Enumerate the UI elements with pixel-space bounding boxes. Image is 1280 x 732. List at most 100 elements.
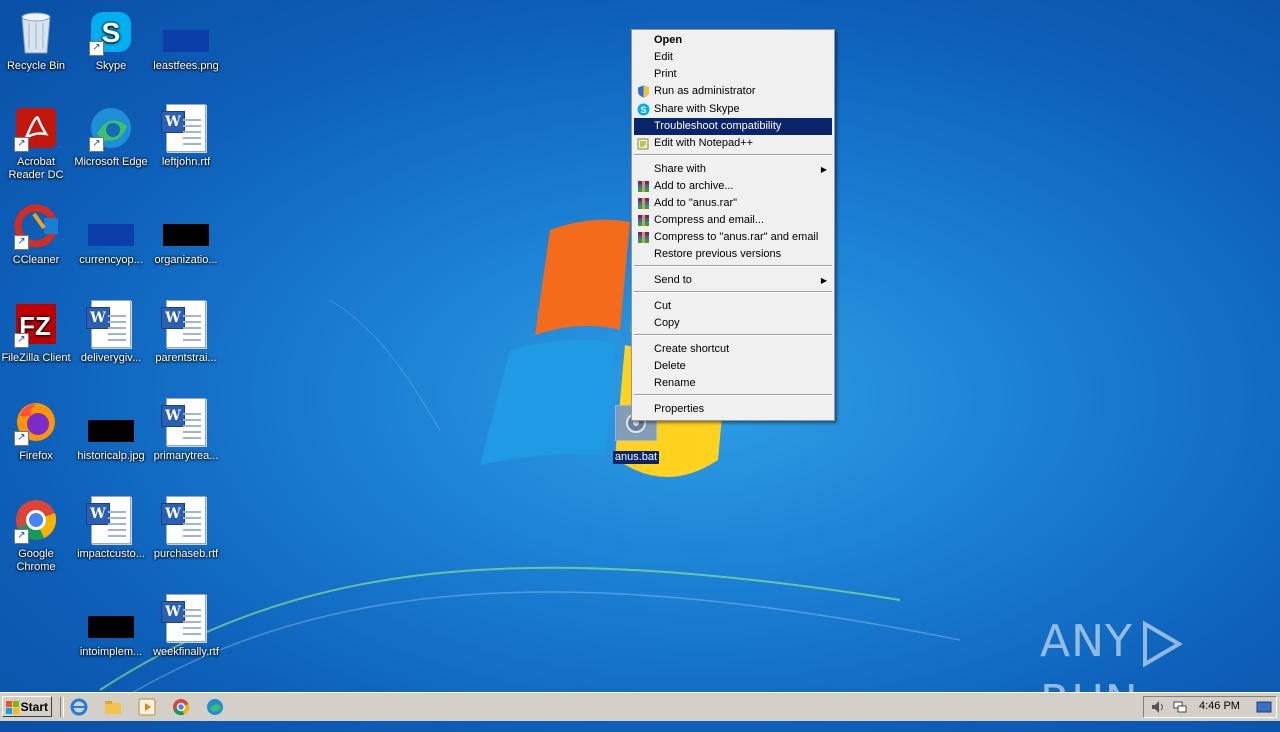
menu-item-label: Edit: [654, 51, 673, 63]
desktop-icon-label: organizatio...: [154, 254, 218, 266]
menu-item-label: Add to "anus.rar": [654, 197, 738, 209]
word-document-icon: W: [86, 300, 135, 348]
menu-item-share-with[interactable]: Share with ▶: [634, 161, 832, 178]
media-player-icon[interactable]: [138, 698, 156, 716]
menu-item-run-as-administrator[interactable]: Run as administrator: [634, 83, 832, 100]
desktop-icon-label: impactcusto...: [77, 548, 145, 560]
desktop-icon-label: leastfees.png: [153, 60, 219, 72]
desktop-icon[interactable]: FZ ↗ FileZilla Client: [0, 300, 74, 365]
menu-item-share-with-skype[interactable]: S Share with Skype: [634, 101, 832, 118]
menu-item-label: Share with Skype: [654, 103, 740, 115]
menu-item-add-to-archive[interactable]: Add to archive...: [634, 178, 832, 195]
menu-item-label: Run as administrator: [654, 85, 756, 97]
desktop-icon-label: Skype: [95, 60, 127, 72]
desktop-icon-label: leftjohn.rtf: [161, 156, 211, 168]
desktop-icon[interactable]: Wleftjohn.rtf: [148, 104, 224, 169]
skype-icon: S ↗: [87, 8, 135, 56]
word-document-icon: W: [86, 496, 135, 544]
menu-item-label: Compress and email...: [654, 214, 765, 226]
desktop-icon[interactable]: leastfees.png: [148, 8, 224, 73]
chrome-icon[interactable]: [172, 698, 190, 716]
desktop-icon[interactable]: Recycle Bin: [0, 8, 74, 73]
file-explorer-icon[interactable]: [104, 698, 122, 716]
notepadpp-icon: [637, 137, 650, 150]
desktop-icon[interactable]: ↗ Microsoft Edge: [73, 104, 149, 169]
word-document-icon: W: [161, 496, 210, 544]
system-tray: 4:46 PM: [1143, 696, 1277, 718]
desktop-icon[interactable]: Wdeliverygiv...: [73, 300, 149, 365]
menu-item-rename[interactable]: Rename: [634, 375, 832, 392]
menu-item-label: Edit with Notepad++: [654, 137, 754, 149]
desktop-icon-label: Recycle Bin: [6, 60, 66, 72]
menu-item-delete[interactable]: Delete: [634, 358, 832, 375]
uac-shield-icon: [637, 85, 650, 98]
image-file-icon: [162, 8, 210, 56]
desktop-icon[interactable]: organizatio...: [148, 202, 224, 267]
desktop-icon[interactable]: Wparentstrai...: [148, 300, 224, 365]
menu-item-add-to-anus-rar[interactable]: Add to "anus.rar": [634, 195, 832, 212]
shortcut-arrow-icon: ↗: [14, 137, 29, 152]
clock[interactable]: 4:46 PM: [1199, 700, 1240, 712]
edge-icon[interactable]: [206, 698, 224, 716]
skype-icon: S: [637, 103, 650, 116]
desktop-icon-label: currencyop...: [79, 254, 143, 266]
word-document-icon: W: [161, 104, 210, 152]
desktop-icon[interactable]: historicalp.jpg: [73, 398, 149, 463]
desktop-icon[interactable]: ↗ CCleaner: [0, 202, 74, 267]
network-icon[interactable]: [1172, 699, 1188, 715]
menu-item-copy[interactable]: Copy: [634, 315, 832, 332]
desktop-icon-label: CCleaner: [12, 254, 60, 266]
desktop-icon[interactable]: intoimplem...: [73, 594, 149, 659]
menu-item-edit[interactable]: Edit: [634, 49, 832, 66]
shortcut-arrow-icon: ↗: [14, 529, 29, 544]
watermark-left: ANY: [1040, 616, 1133, 667]
desktop-icon[interactable]: Wprimarytrea...: [148, 398, 224, 463]
desktop-icon[interactable]: ↗ Google Chrome: [0, 496, 74, 574]
desktop-icon-label: Microsoft Edge: [74, 156, 148, 168]
desktop-icon[interactable]: ↗ Firefox: [0, 398, 74, 463]
edge-icon: ↗: [87, 104, 135, 152]
volume-icon[interactable]: [1150, 699, 1166, 715]
desktop-icon[interactable]: ↗ Acrobat Reader DC: [0, 104, 74, 182]
menu-item-create-shortcut[interactable]: Create shortcut: [634, 341, 832, 358]
word-document-icon: W: [161, 300, 210, 348]
menu-item-compress-and-email[interactable]: Compress and email...: [634, 212, 832, 229]
desktop-icon[interactable]: Wpurchaseb.rtf: [148, 496, 224, 561]
menu-item-label: Compress to "anus.rar" and email: [654, 231, 819, 243]
desktop-icon-label: primarytrea...: [153, 450, 219, 462]
menu-item-cut[interactable]: Cut: [634, 298, 832, 315]
shortcut-arrow-icon: ↗: [89, 41, 104, 56]
desktop-icon-label: Google Chrome: [16, 548, 56, 573]
menu-item-print[interactable]: Print: [634, 66, 832, 83]
menu-item-properties[interactable]: Properties: [634, 401, 832, 418]
desktop-icon[interactable]: currencyop...: [73, 202, 149, 267]
desktop-icon-label: Firefox: [19, 450, 53, 462]
shortcut-arrow-icon: ↗: [14, 431, 29, 446]
svg-text:S: S: [640, 105, 646, 115]
winrar-icon: [637, 180, 650, 193]
menu-item-open[interactable]: Open: [634, 32, 832, 49]
image-file-icon: [162, 202, 210, 250]
menu-item-compress-to-anus-rar-and-email[interactable]: Compress to "anus.rar" and email: [634, 229, 832, 246]
desktop-icon-label: historicalp.jpg: [77, 450, 145, 462]
image-file-icon: [87, 398, 135, 446]
image-file-icon: [87, 594, 135, 642]
menu-item-send-to[interactable]: Send to ▶: [634, 272, 832, 289]
desktop-icon-label: weekfinally.rtf: [153, 646, 219, 658]
start-label: Start: [20, 700, 48, 714]
desktop-icon[interactable]: Wimpactcusto...: [73, 496, 149, 561]
internet-explorer-icon[interactable]: [70, 698, 88, 716]
show-desktop-icon[interactable]: [1256, 699, 1272, 715]
desktop-icon[interactable]: S ↗ Skype: [73, 8, 149, 73]
menu-item-restore-previous-versions[interactable]: Restore previous versions: [634, 246, 832, 263]
menu-item-label: Properties: [654, 403, 705, 415]
menu-separator: [634, 154, 832, 156]
menu-item-troubleshoot-compatibility[interactable]: Troubleshoot compatibility: [634, 118, 832, 135]
desktop-icon[interactable]: Wweekfinally.rtf: [148, 594, 224, 659]
menu-item-edit-with-notepad[interactable]: Edit with Notepad++: [634, 135, 832, 152]
start-button[interactable]: Start: [2, 696, 52, 717]
desktop-icon-label: intoimplem...: [79, 646, 143, 658]
windows-flag-icon: [6, 701, 19, 714]
menu-item-label: Rename: [654, 377, 696, 389]
filezilla-icon: FZ ↗: [12, 300, 60, 348]
